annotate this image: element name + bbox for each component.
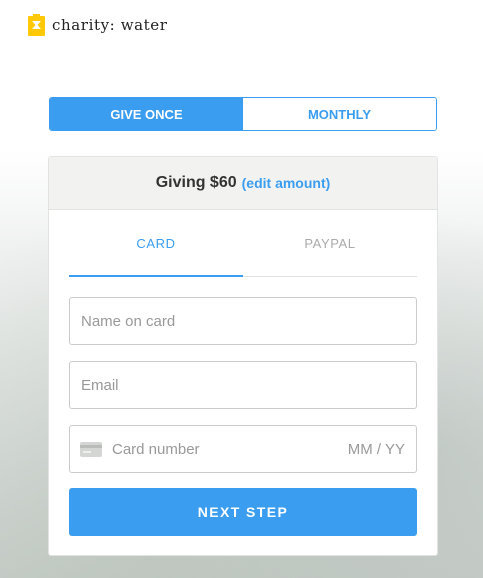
card-number-input[interactable] [112, 440, 335, 458]
card-details-field [69, 425, 417, 473]
email-field [69, 361, 417, 409]
brand-name: charity: water [52, 16, 168, 34]
next-step-button[interactable]: NEXT STEP [69, 488, 417, 536]
giving-amount: Giving $60 [155, 174, 237, 191]
payment-method-tabs: CARD PAYPAL [69, 211, 417, 277]
charity-water-logo[interactable]: charity: water [28, 14, 168, 36]
donation-form-card: Giving $60 (edit amount) CARD PAYPAL NEX… [48, 156, 438, 556]
email-input[interactable] [81, 376, 405, 394]
tab-card[interactable]: CARD [69, 211, 243, 277]
giving-summary: Giving $60 (edit amount) [49, 157, 437, 210]
tab-paypal[interactable]: PAYPAL [243, 211, 417, 276]
edit-amount-link[interactable]: (edit amount) [242, 175, 331, 191]
credit-card-icon [80, 441, 102, 457]
name-on-card-field [69, 297, 417, 345]
donation-frequency-toggle: GIVE ONCE MONTHLY [49, 97, 437, 131]
name-on-card-input[interactable] [81, 312, 405, 330]
monthly-button[interactable]: MONTHLY [243, 98, 436, 130]
give-once-button[interactable]: GIVE ONCE [50, 98, 243, 130]
expiry-input[interactable] [335, 440, 405, 458]
jerry-can-icon [28, 14, 45, 36]
